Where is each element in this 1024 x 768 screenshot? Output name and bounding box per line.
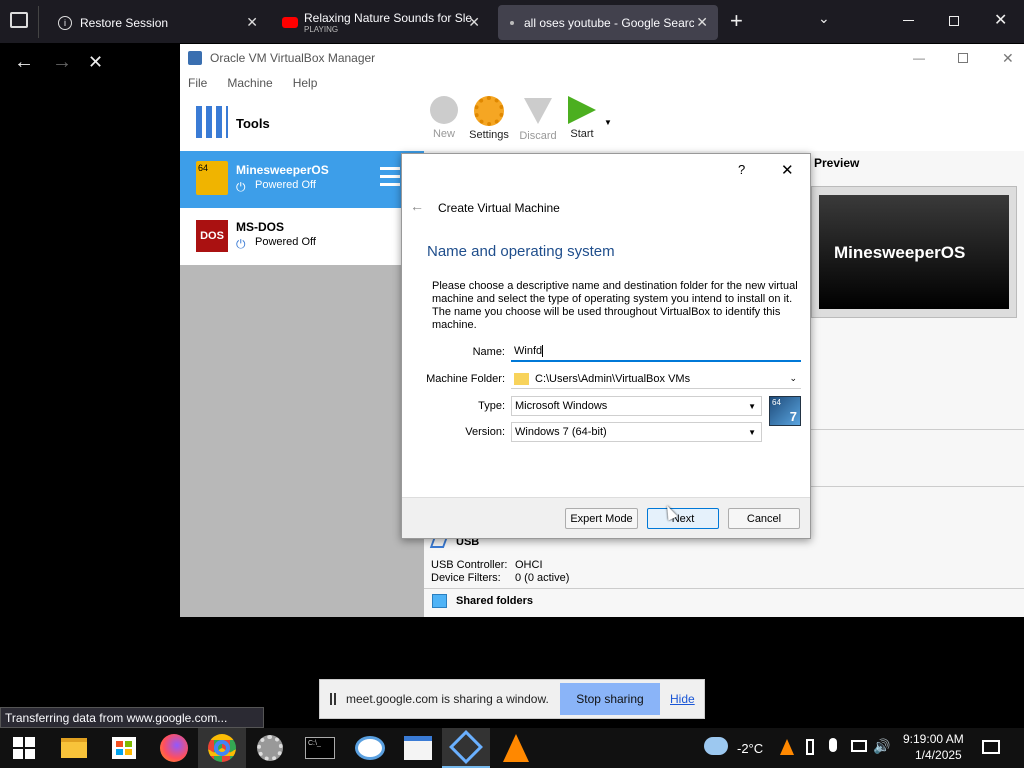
virtualbox-titlebar: Oracle VM VirtualBox Manager — ✕ bbox=[180, 44, 1024, 72]
discard-button[interactable]: Discard bbox=[518, 96, 558, 142]
menu-file[interactable]: File bbox=[188, 76, 207, 90]
version-select[interactable]: Windows 7 (64-bit) ▼ bbox=[511, 422, 762, 442]
windows-7-os-icon: 64 7 bbox=[769, 396, 801, 426]
chevron-down-icon: ⌄ bbox=[789, 373, 797, 383]
tools-icon bbox=[196, 106, 228, 138]
next-button[interactable]: Next bbox=[647, 508, 719, 529]
pause-icon bbox=[330, 693, 336, 705]
minimize-button[interactable] bbox=[903, 20, 914, 21]
forward-icon[interactable]: → bbox=[52, 51, 72, 74]
folder-icon bbox=[432, 594, 447, 608]
folder-icon bbox=[514, 372, 529, 385]
network-icon[interactable] bbox=[851, 740, 867, 752]
new-icon bbox=[430, 96, 458, 124]
back-arrow-icon[interactable]: ← bbox=[410, 198, 424, 214]
vm-os-icon: DOS bbox=[196, 220, 228, 252]
browser-nav-bar: ← → ✕ bbox=[0, 43, 180, 85]
weather-icon[interactable] bbox=[704, 737, 728, 755]
tab-google-search[interactable]: all oses youtube - Google Searc ✕ bbox=[498, 5, 718, 40]
vm-item-ms-dos[interactable]: DOS MS-DOS ⏻ Powered Off bbox=[180, 208, 424, 265]
close-window-button[interactable]: ✕ bbox=[994, 10, 1007, 30]
name-input[interactable]: Winfd bbox=[511, 342, 801, 362]
discard-arrow-icon bbox=[524, 98, 552, 124]
tab-nature-sounds[interactable]: Relaxing Nature Sounds for Sle PLAYING ✕ bbox=[274, 5, 490, 40]
youtube-icon bbox=[282, 17, 298, 28]
close-icon[interactable]: ✕ bbox=[781, 161, 794, 179]
dropdown-arrow-icon: ▼ bbox=[748, 427, 756, 437]
close-window-button[interactable]: ✕ bbox=[1002, 50, 1014, 67]
virtualbox-logo-icon bbox=[188, 51, 202, 65]
virtualbox-icon[interactable] bbox=[442, 728, 490, 768]
screen-share-bar: meet.google.com is sharing a window. Sto… bbox=[319, 679, 705, 719]
loading-dot-icon bbox=[510, 20, 514, 25]
vm-list-panel: Tools 64 MinesweeperOS ⏻ Powered Off DOS… bbox=[180, 94, 424, 617]
info-icon: i bbox=[58, 15, 72, 30]
preview-pane: MinesweeperOS bbox=[811, 186, 1017, 318]
chevron-down-icon[interactable]: ▼ bbox=[604, 118, 612, 127]
expert-mode-button[interactable]: Expert Mode bbox=[565, 508, 638, 529]
chevron-down-icon[interactable]: ⌄ bbox=[818, 10, 830, 27]
power-off-icon: ⏻ bbox=[236, 180, 246, 194]
stop-sharing-button[interactable]: Stop sharing bbox=[560, 683, 660, 715]
paint-icon[interactable] bbox=[346, 728, 394, 768]
start-button[interactable]: Start bbox=[565, 96, 599, 140]
power-off-icon: ⏻ bbox=[236, 237, 246, 251]
cancel-button[interactable]: Cancel bbox=[728, 508, 800, 529]
tab-list-icon[interactable] bbox=[10, 12, 28, 28]
store-icon[interactable] bbox=[100, 728, 148, 768]
back-icon[interactable]: ← bbox=[14, 51, 34, 74]
close-icon[interactable]: ✕ bbox=[468, 14, 480, 31]
settings-button[interactable]: Settings bbox=[467, 96, 511, 141]
status-bar: Transferring data from www.google.com... bbox=[0, 707, 264, 728]
minimize-button[interactable]: — bbox=[913, 51, 925, 65]
settings-gear-icon[interactable] bbox=[246, 728, 294, 768]
firefox-icon[interactable] bbox=[150, 728, 198, 768]
close-icon[interactable]: ✕ bbox=[246, 14, 258, 31]
menu-hamburger-icon[interactable] bbox=[380, 167, 400, 189]
volume-icon[interactable]: 🔊 bbox=[873, 738, 890, 755]
gear-icon bbox=[474, 96, 504, 126]
vlc-tray-icon[interactable] bbox=[780, 739, 794, 755]
microphone-icon[interactable] bbox=[829, 738, 837, 752]
menu-bar: File Machine Help bbox=[180, 72, 1024, 94]
terminal-icon[interactable]: C:\_ bbox=[296, 728, 344, 768]
windows-start-icon[interactable] bbox=[0, 728, 48, 768]
new-button[interactable]: New bbox=[428, 96, 460, 140]
notepad-icon[interactable] bbox=[394, 728, 442, 768]
vm-os-icon: 64 bbox=[196, 161, 228, 195]
taskbar: C:\_ -2°C 🔊 9:19:00 AM 1/4/2025 bbox=[0, 728, 1024, 768]
usb-drive-icon[interactable] bbox=[806, 739, 814, 755]
new-tab-button[interactable]: + bbox=[730, 8, 743, 34]
restore-button[interactable] bbox=[949, 16, 959, 26]
tab-restore-session[interactable]: i Restore Session ✕ bbox=[48, 5, 268, 40]
type-select[interactable]: Microsoft Windows ▼ bbox=[511, 396, 762, 416]
stop-icon[interactable]: ✕ bbox=[88, 52, 103, 73]
browser-tab-bar: i Restore Session ✕ Relaxing Nature Soun… bbox=[0, 0, 1024, 43]
vm-item-minesweeperos[interactable]: 64 MinesweeperOS ⏻ Powered Off bbox=[180, 151, 424, 208]
file-explorer-icon[interactable] bbox=[50, 728, 98, 768]
help-button[interactable]: ? bbox=[738, 162, 745, 177]
create-vm-dialog: ? ✕ ← Create Virtual Machine Name and op… bbox=[401, 153, 811, 539]
close-icon[interactable]: ✕ bbox=[696, 14, 708, 31]
hide-link[interactable]: Hide bbox=[670, 692, 695, 706]
tools-item[interactable]: Tools bbox=[180, 94, 424, 151]
start-arrow-icon bbox=[568, 96, 596, 124]
notifications-icon[interactable] bbox=[982, 740, 1000, 754]
menu-machine[interactable]: Machine bbox=[227, 76, 272, 90]
menu-help[interactable]: Help bbox=[293, 76, 318, 90]
maximize-button[interactable] bbox=[958, 53, 968, 63]
dropdown-arrow-icon: ▼ bbox=[748, 401, 756, 411]
chrome-icon[interactable] bbox=[198, 728, 246, 768]
vlc-icon[interactable] bbox=[492, 728, 540, 768]
machine-folder-select[interactable]: C:\Users\Admin\VirtualBox VMs ⌄ bbox=[511, 369, 801, 389]
